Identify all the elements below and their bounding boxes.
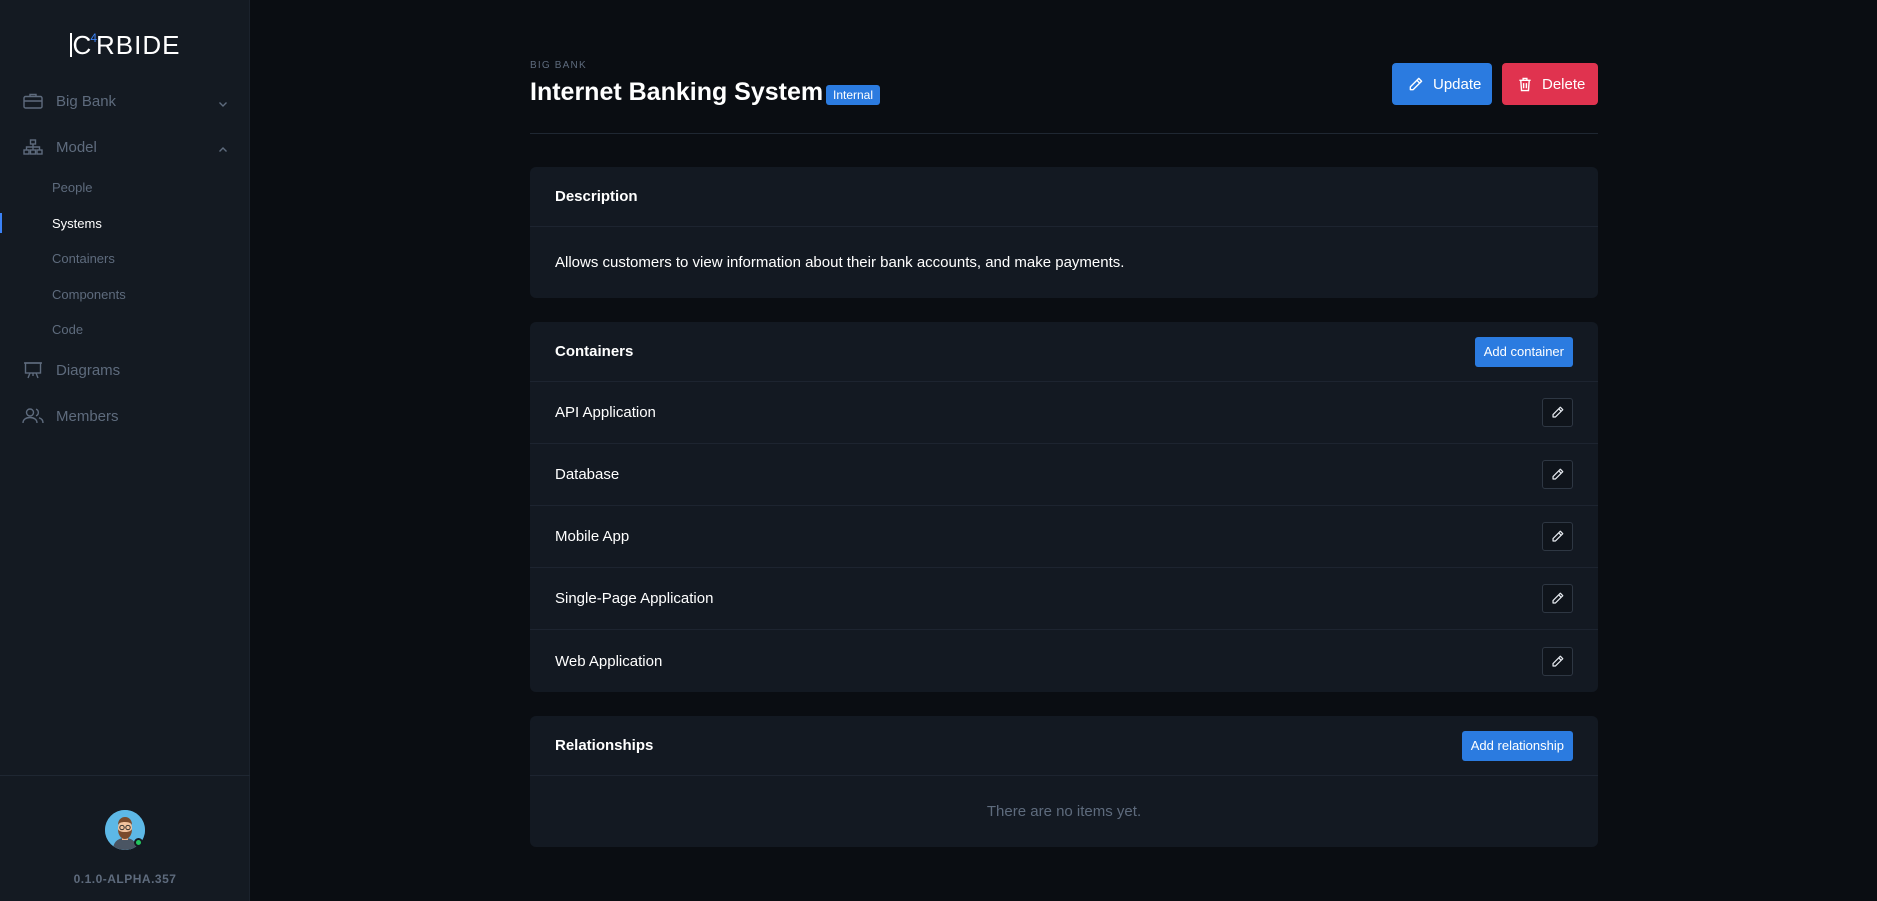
description-card-header: Description	[530, 167, 1598, 227]
sidebar-group-big-bank[interactable]: Big Bank	[22, 86, 228, 116]
online-status-dot	[134, 838, 143, 847]
delete-button[interactable]: Delete	[1502, 63, 1598, 105]
status-badge: Internal	[826, 85, 881, 105]
pencil-icon	[1408, 77, 1423, 92]
edit-button[interactable]	[1542, 398, 1573, 427]
sidebar-group-model[interactable]: Model	[22, 132, 228, 162]
logo-suffix: RBIDE	[96, 30, 181, 60]
description-text: Allows customers to view information abo…	[555, 254, 1125, 271]
page-title: Internet Banking System	[530, 78, 824, 106]
description-heading: Description	[555, 188, 638, 205]
sidebar-group-members[interactable]: Members	[22, 401, 228, 431]
sidebar-item-systems[interactable]: Systems	[52, 212, 102, 234]
relationships-card: Relationships Add relationship There are…	[530, 716, 1598, 847]
trash-icon	[1518, 77, 1532, 92]
chevron-down-icon	[218, 96, 228, 107]
app-logo[interactable]: C4RBIDE	[0, 30, 250, 61]
sidebar-item-components[interactable]: Components	[52, 283, 126, 305]
list-item[interactable]: API Application	[530, 382, 1598, 444]
add-relationship-button[interactable]: Add relationship	[1461, 730, 1573, 761]
sidebar-divider	[0, 775, 250, 776]
list-item[interactable]: Single-Page Application	[530, 568, 1598, 630]
easel-icon	[22, 361, 44, 379]
edit-button[interactable]	[1542, 584, 1573, 613]
chevron-up-icon	[218, 142, 228, 152]
pencil-icon	[1552, 406, 1564, 418]
briefcase-icon	[22, 92, 44, 110]
logo-bar	[69, 33, 72, 57]
sidebar-group-label: Big Bank	[56, 92, 117, 110]
container-name: Database	[555, 466, 620, 483]
sidebar-group-label: Members	[56, 407, 119, 425]
container-name: Mobile App	[555, 528, 630, 545]
users-icon	[22, 407, 44, 425]
sidebar-item-code[interactable]: Code	[52, 318, 83, 340]
pencil-icon	[1552, 592, 1564, 604]
list-item[interactable]: Database	[530, 444, 1598, 506]
add-container-button[interactable]: Add container	[1474, 336, 1573, 367]
breadcrumb[interactable]: BIG BANK	[530, 60, 587, 71]
description-card: Description Allows customers to view inf…	[530, 167, 1598, 298]
containers-card-header: Containers Add container	[530, 322, 1598, 382]
list-item[interactable]: Mobile App	[530, 506, 1598, 568]
pencil-icon	[1552, 655, 1564, 667]
sidebar-item-people[interactable]: People	[52, 176, 92, 198]
hierarchy-icon	[22, 138, 44, 156]
app-version: 0.1.0-ALPHA.357	[73, 872, 177, 886]
relationships-card-header: Relationships Add relationship	[530, 716, 1598, 776]
delete-button-label: Delete	[1542, 75, 1586, 93]
list-item[interactable]: Web Application	[530, 630, 1598, 692]
update-button-label: Update	[1433, 75, 1482, 93]
sidebar-group-label: Model	[56, 138, 97, 156]
pencil-icon	[1552, 530, 1564, 542]
container-name: API Application	[555, 404, 656, 421]
edit-button[interactable]	[1542, 522, 1573, 551]
active-item-marker	[0, 213, 2, 233]
relationships-heading: Relationships	[555, 737, 654, 754]
sidebar-group-diagrams[interactable]: Diagrams	[22, 355, 228, 385]
containers-card: Containers Add container API Application…	[530, 322, 1598, 692]
update-button[interactable]: Update	[1392, 63, 1492, 105]
container-name: Single-Page Application	[555, 590, 714, 607]
header-divider	[530, 133, 1598, 134]
pencil-icon	[1552, 468, 1564, 480]
edit-button[interactable]	[1542, 646, 1573, 676]
sidebar-group-label: Diagrams	[56, 361, 121, 379]
containers-heading: Containers	[555, 343, 634, 360]
edit-button[interactable]	[1542, 460, 1573, 489]
empty-state-text: There are no items yet.	[986, 803, 1142, 820]
container-name: Web Application	[555, 652, 663, 670]
sidebar-item-containers[interactable]: Containers	[52, 247, 115, 269]
sidebar: C4RBIDE Big Bank Model People Systems Co…	[0, 0, 250, 901]
